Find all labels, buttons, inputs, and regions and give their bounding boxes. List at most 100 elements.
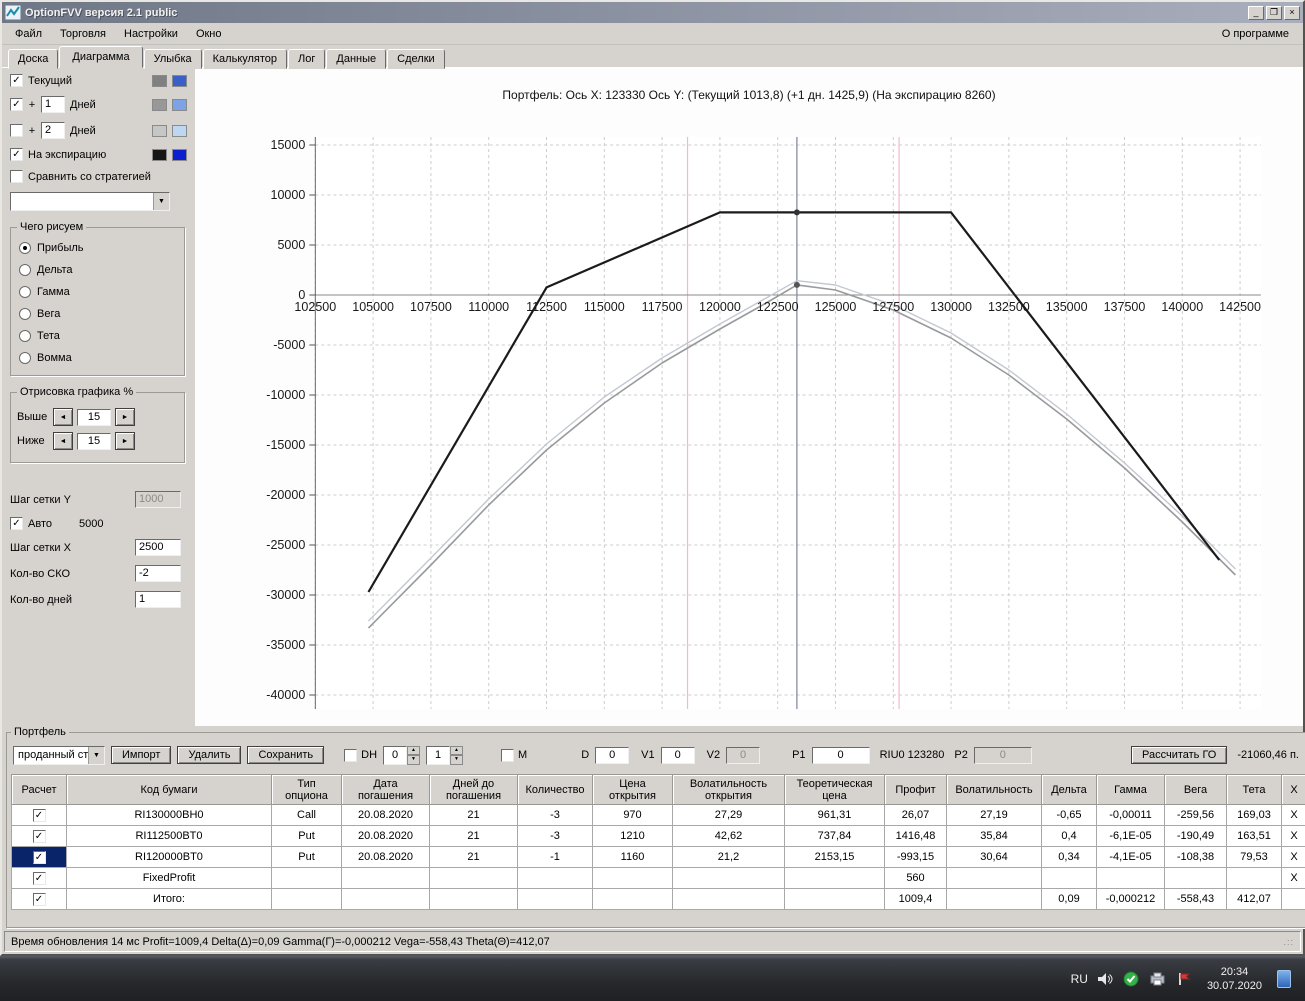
row-checkbox[interactable]: [32, 871, 46, 885]
series-checkbox-0[interactable]: [10, 74, 23, 87]
draw-option-vomma[interactable]: Вомма: [17, 347, 178, 369]
row-check-cell[interactable]: [11, 846, 67, 868]
volume-icon[interactable]: [1097, 971, 1114, 987]
portfolio-strategy-select[interactable]: проданный ст ▼: [13, 745, 105, 765]
color-swatch[interactable]: [172, 98, 187, 111]
range-decrease-button[interactable]: ◄: [53, 408, 73, 426]
series-checkbox-2[interactable]: [10, 124, 23, 137]
color-swatch[interactable]: [152, 148, 167, 161]
table-row-0[interactable]: RI130000BH0Call20.08.202021-397027,29961…: [11, 804, 1305, 826]
import-button[interactable]: Импорт: [111, 746, 172, 764]
chevron-down-icon[interactable]: ▼: [88, 746, 104, 764]
draw-option-vega[interactable]: Вега: [17, 303, 178, 325]
range-input-1[interactable]: 15: [77, 432, 111, 450]
language-indicator[interactable]: RU: [1071, 972, 1088, 986]
range-decrease-button[interactable]: ◄: [53, 432, 73, 450]
spinner-up-icon[interactable]: ▲: [450, 745, 464, 755]
flag-tray-icon[interactable]: [1175, 971, 1192, 987]
draw-option-delta[interactable]: Дельта: [17, 259, 178, 281]
radio-theta[interactable]: [19, 330, 31, 342]
row-check-cell[interactable]: [11, 804, 67, 826]
tab-log[interactable]: Лог: [288, 49, 326, 69]
draw-option-profit[interactable]: Прибыль: [17, 237, 178, 259]
row-checkbox[interactable]: [32, 850, 46, 864]
v1-input[interactable]: 0: [660, 746, 695, 764]
row-checkbox[interactable]: [32, 892, 46, 906]
row-check-cell[interactable]: [11, 825, 67, 847]
m-checkbox[interactable]: [501, 748, 515, 762]
chevron-down-icon[interactable]: ▼: [153, 193, 169, 210]
maximize-button[interactable]: ❐: [1266, 5, 1282, 20]
clock[interactable]: 20:34 30.07.2020: [1201, 965, 1268, 993]
days-offset-input-2[interactable]: 2: [41, 122, 65, 139]
table-row-1[interactable]: RI112500BT0Put20.08.202021-3121042,62737…: [11, 825, 1305, 847]
spinner-down-icon[interactable]: ▼: [450, 755, 464, 765]
draw-option-gamma[interactable]: Гамма: [17, 281, 178, 303]
row-checkbox[interactable]: [32, 808, 46, 822]
dh-spinner-1[interactable]: 0 ▲ ▼: [383, 745, 421, 765]
range-increase-button[interactable]: ►: [115, 432, 135, 450]
resize-grip[interactable]: .::: [1283, 937, 1294, 947]
row-close-button[interactable]: X: [1281, 804, 1305, 826]
radio-gamma[interactable]: [19, 286, 31, 298]
minimize-button[interactable]: _: [1248, 5, 1264, 20]
printer-tray-icon[interactable]: [1149, 971, 1166, 987]
range-input-0[interactable]: 15: [77, 408, 111, 426]
table-row-2[interactable]: RI120000BT0Put20.08.202021-1116021,22153…: [11, 846, 1305, 868]
menu-settings[interactable]: Настройки: [115, 25, 187, 43]
row-close-button[interactable]: X: [1281, 825, 1305, 847]
menu-about[interactable]: О программе: [1212, 25, 1299, 43]
row-checkbox[interactable]: [32, 829, 46, 843]
days-offset-input-1[interactable]: 1: [41, 96, 65, 113]
color-swatch[interactable]: [152, 124, 167, 137]
radio-delta[interactable]: [19, 264, 31, 276]
sko-input[interactable]: -2: [135, 565, 181, 582]
auto-checkbox[interactable]: [10, 517, 23, 530]
menu-window[interactable]: Окно: [187, 25, 231, 43]
tab-calculator[interactable]: Калькулятор: [202, 49, 288, 69]
row-close-button[interactable]: X: [1281, 846, 1305, 868]
series-checkbox-3[interactable]: [10, 148, 23, 161]
delete-button[interactable]: Удалить: [177, 746, 242, 764]
color-swatch[interactable]: [152, 98, 167, 111]
dh-spinner-1-value[interactable]: 0: [383, 745, 408, 765]
menu-trading[interactable]: Торговля: [51, 25, 115, 43]
series-checkbox-1[interactable]: [10, 98, 23, 111]
row-check-cell[interactable]: [11, 867, 67, 889]
strategy-dropdown[interactable]: ▼: [10, 192, 170, 211]
series-checkbox-4[interactable]: [10, 170, 23, 183]
dh-checkbox[interactable]: [344, 748, 358, 762]
save-button[interactable]: Сохранить: [247, 746, 325, 764]
row-check-cell[interactable]: [11, 888, 67, 910]
grid-x-input[interactable]: 2500: [135, 539, 181, 556]
tab-data[interactable]: Данные: [326, 49, 387, 69]
d-input[interactable]: 0: [595, 746, 630, 764]
radio-vomma[interactable]: [19, 352, 31, 364]
draw-option-theta[interactable]: Тета: [17, 325, 178, 347]
dh-spinner-2-value[interactable]: 1: [426, 745, 451, 765]
tab-board[interactable]: Доска: [8, 49, 59, 69]
dh-spinner-2[interactable]: 1 ▲ ▼: [426, 745, 464, 765]
table-row-4[interactable]: Итого: 1009,4 0,09-0,000212-558,43412,07: [11, 888, 1305, 910]
color-swatch[interactable]: [172, 74, 187, 87]
tab-deals[interactable]: Сделки: [387, 49, 445, 69]
color-swatch[interactable]: [172, 124, 187, 137]
radio-vega[interactable]: [19, 308, 31, 320]
color-swatch[interactable]: [152, 74, 167, 87]
tab-smile[interactable]: Улыбка: [143, 49, 202, 69]
menu-file[interactable]: Файл: [6, 25, 51, 43]
radio-profit[interactable]: [19, 242, 31, 254]
spinner-down-icon[interactable]: ▼: [407, 755, 421, 765]
row-close-button[interactable]: X: [1281, 867, 1305, 889]
p1-input[interactable]: 0: [811, 746, 870, 764]
tab-diagram[interactable]: Диаграмма: [59, 46, 143, 68]
status-ok-icon[interactable]: [1123, 971, 1140, 987]
range-increase-button[interactable]: ►: [115, 408, 135, 426]
show-desktop-icon[interactable]: [1277, 969, 1291, 988]
color-swatch[interactable]: [172, 148, 187, 161]
close-button[interactable]: ×: [1284, 5, 1300, 20]
days-input[interactable]: 1: [135, 591, 181, 608]
table-row-3[interactable]: FixedProfit 560 X: [11, 867, 1305, 889]
calc-margin-button[interactable]: Рассчитать ГО: [1131, 746, 1228, 764]
spinner-up-icon[interactable]: ▲: [407, 745, 421, 755]
